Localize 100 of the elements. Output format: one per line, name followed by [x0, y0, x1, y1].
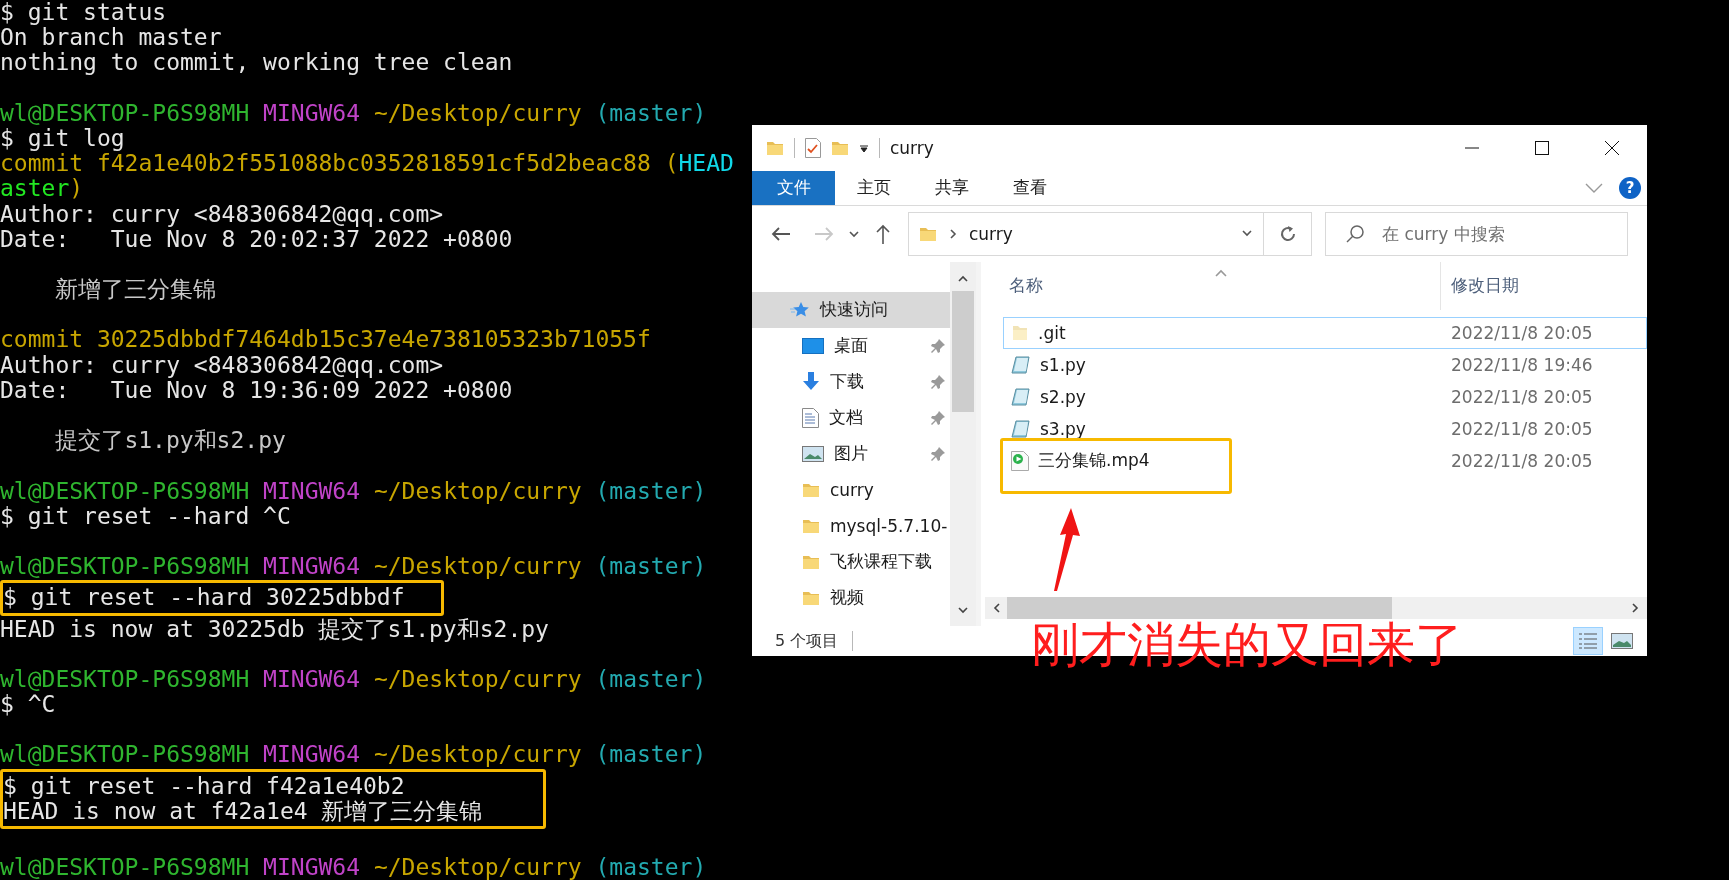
prompt-path: ~/Desktop/curry — [373, 741, 582, 768]
prompt-user: wl@DESKTOP-P6S98MH — [0, 553, 250, 580]
chevron-down-icon — [849, 229, 859, 238]
folder-icon — [802, 589, 820, 606]
prompt-user: wl@DESKTOP-P6S98MH — [0, 741, 250, 768]
terminal-text: $ git log — [0, 124, 125, 151]
folder-icon — [802, 481, 820, 498]
terminal-text: $ git reset --hard ^C — [0, 502, 291, 529]
file-date: 2022/11/8 20:05 — [1450, 450, 1593, 471]
folder-icon — [802, 553, 820, 570]
star-icon — [790, 300, 810, 319]
file-name: .git — [1038, 322, 1066, 343]
breadcrumb[interactable]: curry — [969, 223, 1013, 244]
video-file-icon — [1011, 450, 1029, 471]
pin-icon[interactable] — [930, 445, 946, 462]
file-row[interactable]: .git 2022/11/8 20:05 — [1003, 316, 1647, 349]
forward-arrow-icon — [814, 225, 834, 242]
ribbon-tab[interactable]: 文件 — [752, 171, 835, 205]
details-view-icon — [1578, 632, 1598, 651]
file-row[interactable]: s1.py 2022/11/8 19:46 — [1003, 348, 1647, 381]
terminal-text: Author: curry <848306842@qq.com> — [0, 200, 444, 227]
terminal-text: $ git reset --hard f42a1e40b2 — [3, 772, 405, 799]
item-count: 5 个项目 — [775, 630, 839, 652]
column-header[interactable]: 名称 — [1009, 274, 1043, 298]
nav-item[interactable]: 快速访问 — [752, 291, 950, 328]
view-button[interactable] — [1573, 627, 1603, 656]
window-title: curry — [890, 138, 934, 158]
file-name: s1.py — [1040, 354, 1086, 375]
horizontal-scrollbar[interactable] — [985, 597, 1647, 620]
prompt-user: wl@DESKTOP-P6S98MH — [0, 99, 250, 126]
nav-item[interactable]: 视频 — [752, 579, 950, 616]
commit-message: 提交了s1.py和s2.py — [55, 427, 286, 454]
terminal-text: HEAD is now at 30225db 提交了s1.py和s2.py — [0, 615, 549, 642]
column-header[interactable]: 修改日期 — [1451, 274, 1519, 298]
refresh-button[interactable] — [1264, 211, 1312, 256]
nav-item[interactable]: 飞秋课程下载 — [752, 543, 950, 580]
desktop-icon — [802, 337, 824, 354]
scroll-left-icon — [991, 601, 1003, 614]
prompt-user: wl@DESKTOP-P6S98MH — [0, 854, 250, 880]
picture-icon — [802, 445, 824, 462]
prompt-branch: (master) — [595, 99, 707, 126]
commit-message: 新增了三分集锦 — [55, 276, 217, 303]
branch-ref: aster — [0, 175, 70, 202]
file-date: 2022/11/8 19:46 — [1450, 354, 1593, 375]
nav-item[interactable]: curry — [752, 471, 950, 508]
file-row[interactable]: s2.py 2022/11/8 20:05 — [1003, 380, 1647, 413]
scroll-right-icon — [1629, 601, 1641, 614]
prompt-branch: (master) — [595, 477, 707, 504]
nav-item[interactable]: mysql-5.7.10- — [752, 507, 950, 544]
breadcrumb-chevron-icon — [947, 227, 959, 240]
commit-hash: ) — [69, 175, 84, 202]
close-icon — [1604, 140, 1620, 156]
prompt-path: ~/Desktop/curry — [373, 553, 582, 580]
terminal-text: $ ^C — [0, 691, 56, 718]
pin-icon[interactable] — [930, 409, 946, 426]
address-field[interactable]: curry — [908, 211, 1264, 256]
help-button[interactable]: ? — [1619, 176, 1641, 199]
file-date: 2022/11/8 20:05 — [1450, 418, 1593, 439]
prompt-user: wl@DESKTOP-P6S98MH — [0, 477, 250, 504]
file-row[interactable]: s3.py 2022/11/8 20:05 — [1003, 412, 1647, 445]
properties-icon[interactable] — [805, 138, 821, 158]
nav-item[interactable]: 文档 — [752, 399, 950, 436]
pin-icon[interactable] — [930, 337, 946, 354]
file-row[interactable]: 三分集锦.mp4 2022/11/8 20:05 — [1003, 444, 1647, 477]
nav-item[interactable]: 图片 — [752, 435, 950, 472]
maximize-icon — [1534, 140, 1550, 156]
prompt-shell: MINGW64 — [263, 477, 361, 504]
file-name: s3.py — [1040, 418, 1086, 439]
download-icon — [802, 372, 820, 392]
nav-item[interactable]: 桌面 — [752, 327, 950, 364]
prompt-path: ~/Desktop/curry — [373, 854, 582, 880]
minimize-icon — [1465, 147, 1479, 149]
prompt-branch: (master) — [595, 741, 707, 768]
dropdown-icon[interactable] — [859, 143, 869, 153]
prompt-branch: (master) — [595, 665, 707, 692]
ribbon-tab[interactable]: 查看 — [991, 171, 1069, 205]
prompt-branch: (master) — [595, 854, 707, 880]
ribbon-tab[interactable]: 主页 — [835, 171, 913, 205]
prompt-path: ~/Desktop/curry — [373, 665, 582, 692]
nav-item[interactable]: 下载 — [752, 363, 950, 400]
vertical-scrollbar[interactable] — [950, 261, 976, 627]
picture-view-icon — [1611, 633, 1633, 650]
prompt-user: wl@DESKTOP-P6S98MH — [0, 665, 250, 692]
expand-ribbon-icon[interactable] — [1585, 182, 1603, 193]
search-field[interactable]: 在 curry 中搜索 — [1325, 211, 1628, 256]
prompt-shell: MINGW64 — [263, 854, 361, 880]
up-arrow-icon — [875, 223, 891, 244]
pin-icon[interactable] — [930, 373, 946, 390]
prompt-branch: (master) — [595, 553, 707, 580]
file-name: 三分集锦.mp4 — [1038, 449, 1150, 473]
ribbon-tab[interactable]: 共享 — [913, 171, 991, 205]
script-file-icon — [1011, 386, 1031, 407]
prompt-shell: MINGW64 — [263, 665, 361, 692]
prompt-path: ~/Desktop/curry — [373, 477, 582, 504]
script-file-icon — [1011, 418, 1031, 439]
search-icon — [1345, 223, 1365, 244]
folder-icon — [802, 517, 820, 534]
folder-icon — [919, 225, 937, 242]
refresh-icon — [1278, 224, 1297, 243]
folder-icon — [1011, 323, 1029, 342]
